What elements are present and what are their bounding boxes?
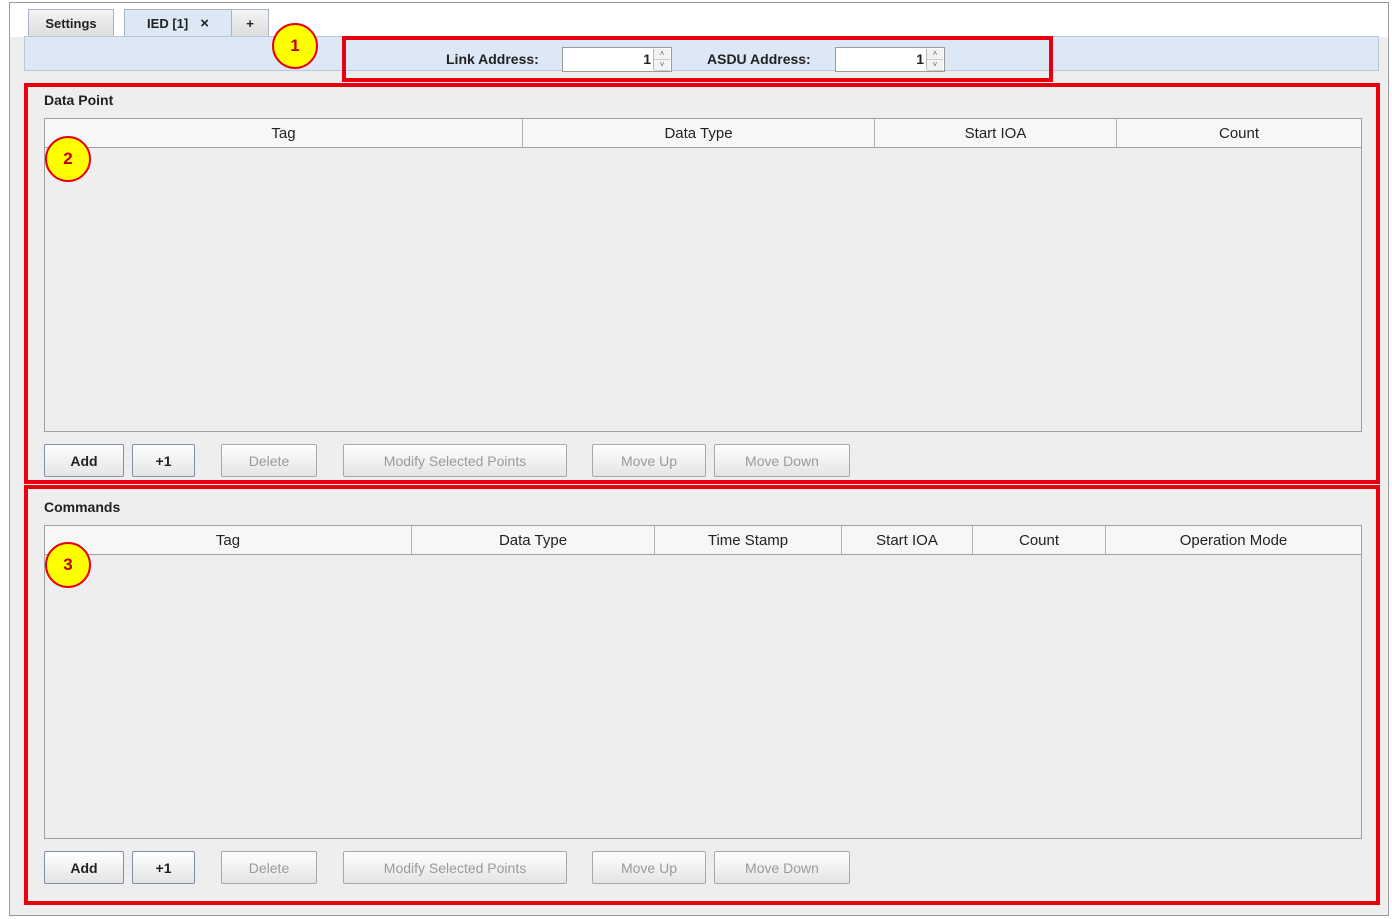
commands-delete-button[interactable]: Delete: [221, 851, 317, 884]
data-point-table-header: Tag Data Type Start IOA Count: [45, 119, 1361, 148]
commands-table-header: Tag Data Type Time Stamp Start IOA Count…: [45, 526, 1361, 555]
tab-ied-1-label: IED [1]: [147, 16, 189, 31]
data-point-add-button[interactable]: Add: [44, 444, 124, 477]
data-point-table[interactable]: Tag Data Type Start IOA Count: [44, 118, 1362, 432]
callout-marker-2: 2: [45, 136, 91, 182]
commands-table[interactable]: Tag Data Type Time Stamp Start IOA Count…: [44, 525, 1362, 839]
tab-settings-label: Settings: [45, 16, 97, 31]
column-header-tag[interactable]: Tag: [45, 119, 523, 147]
data-point-delete-button[interactable]: Delete: [221, 444, 317, 477]
commands-move-up-button[interactable]: Move Up: [592, 851, 706, 884]
tab-settings[interactable]: Settings: [28, 9, 114, 37]
commands-title: Commands: [44, 499, 121, 515]
tab-ied-1[interactable]: IED [1] ×: [124, 9, 232, 37]
commands-plus-one-button[interactable]: +1: [132, 851, 195, 884]
data-point-move-down-button[interactable]: Move Down: [714, 444, 850, 477]
tab-bar: Settings IED [1] × +: [10, 3, 1388, 37]
column-header-start-ioa[interactable]: Start IOA: [842, 526, 973, 554]
commands-move-down-button[interactable]: Move Down: [714, 851, 850, 884]
column-header-count[interactable]: Count: [973, 526, 1106, 554]
column-header-data-type[interactable]: Data Type: [412, 526, 655, 554]
callout-marker-1: 1: [272, 23, 318, 69]
data-point-move-up-button[interactable]: Move Up: [592, 444, 706, 477]
column-header-count[interactable]: Count: [1117, 119, 1361, 147]
data-point-title: Data Point: [44, 92, 114, 108]
callout-marker-3: 3: [45, 542, 91, 588]
commands-modify-button[interactable]: Modify Selected Points: [343, 851, 567, 884]
data-point-plus-one-button[interactable]: +1: [132, 444, 195, 477]
column-header-tag[interactable]: Tag: [45, 526, 412, 554]
plus-icon: +: [246, 16, 254, 31]
data-point-modify-button[interactable]: Modify Selected Points: [343, 444, 567, 477]
column-header-operation-mode[interactable]: Operation Mode: [1106, 526, 1361, 554]
ied-config-window: Settings IED [1] × + Link Address: 1 ˄ ˅…: [9, 2, 1389, 916]
highlight-box-address: [342, 36, 1053, 82]
close-tab-icon[interactable]: ×: [200, 15, 209, 32]
column-header-data-type[interactable]: Data Type: [523, 119, 875, 147]
add-tab-button[interactable]: +: [231, 9, 269, 37]
commands-add-button[interactable]: Add: [44, 851, 124, 884]
column-header-time-stamp[interactable]: Time Stamp: [655, 526, 842, 554]
column-header-start-ioa[interactable]: Start IOA: [875, 119, 1117, 147]
